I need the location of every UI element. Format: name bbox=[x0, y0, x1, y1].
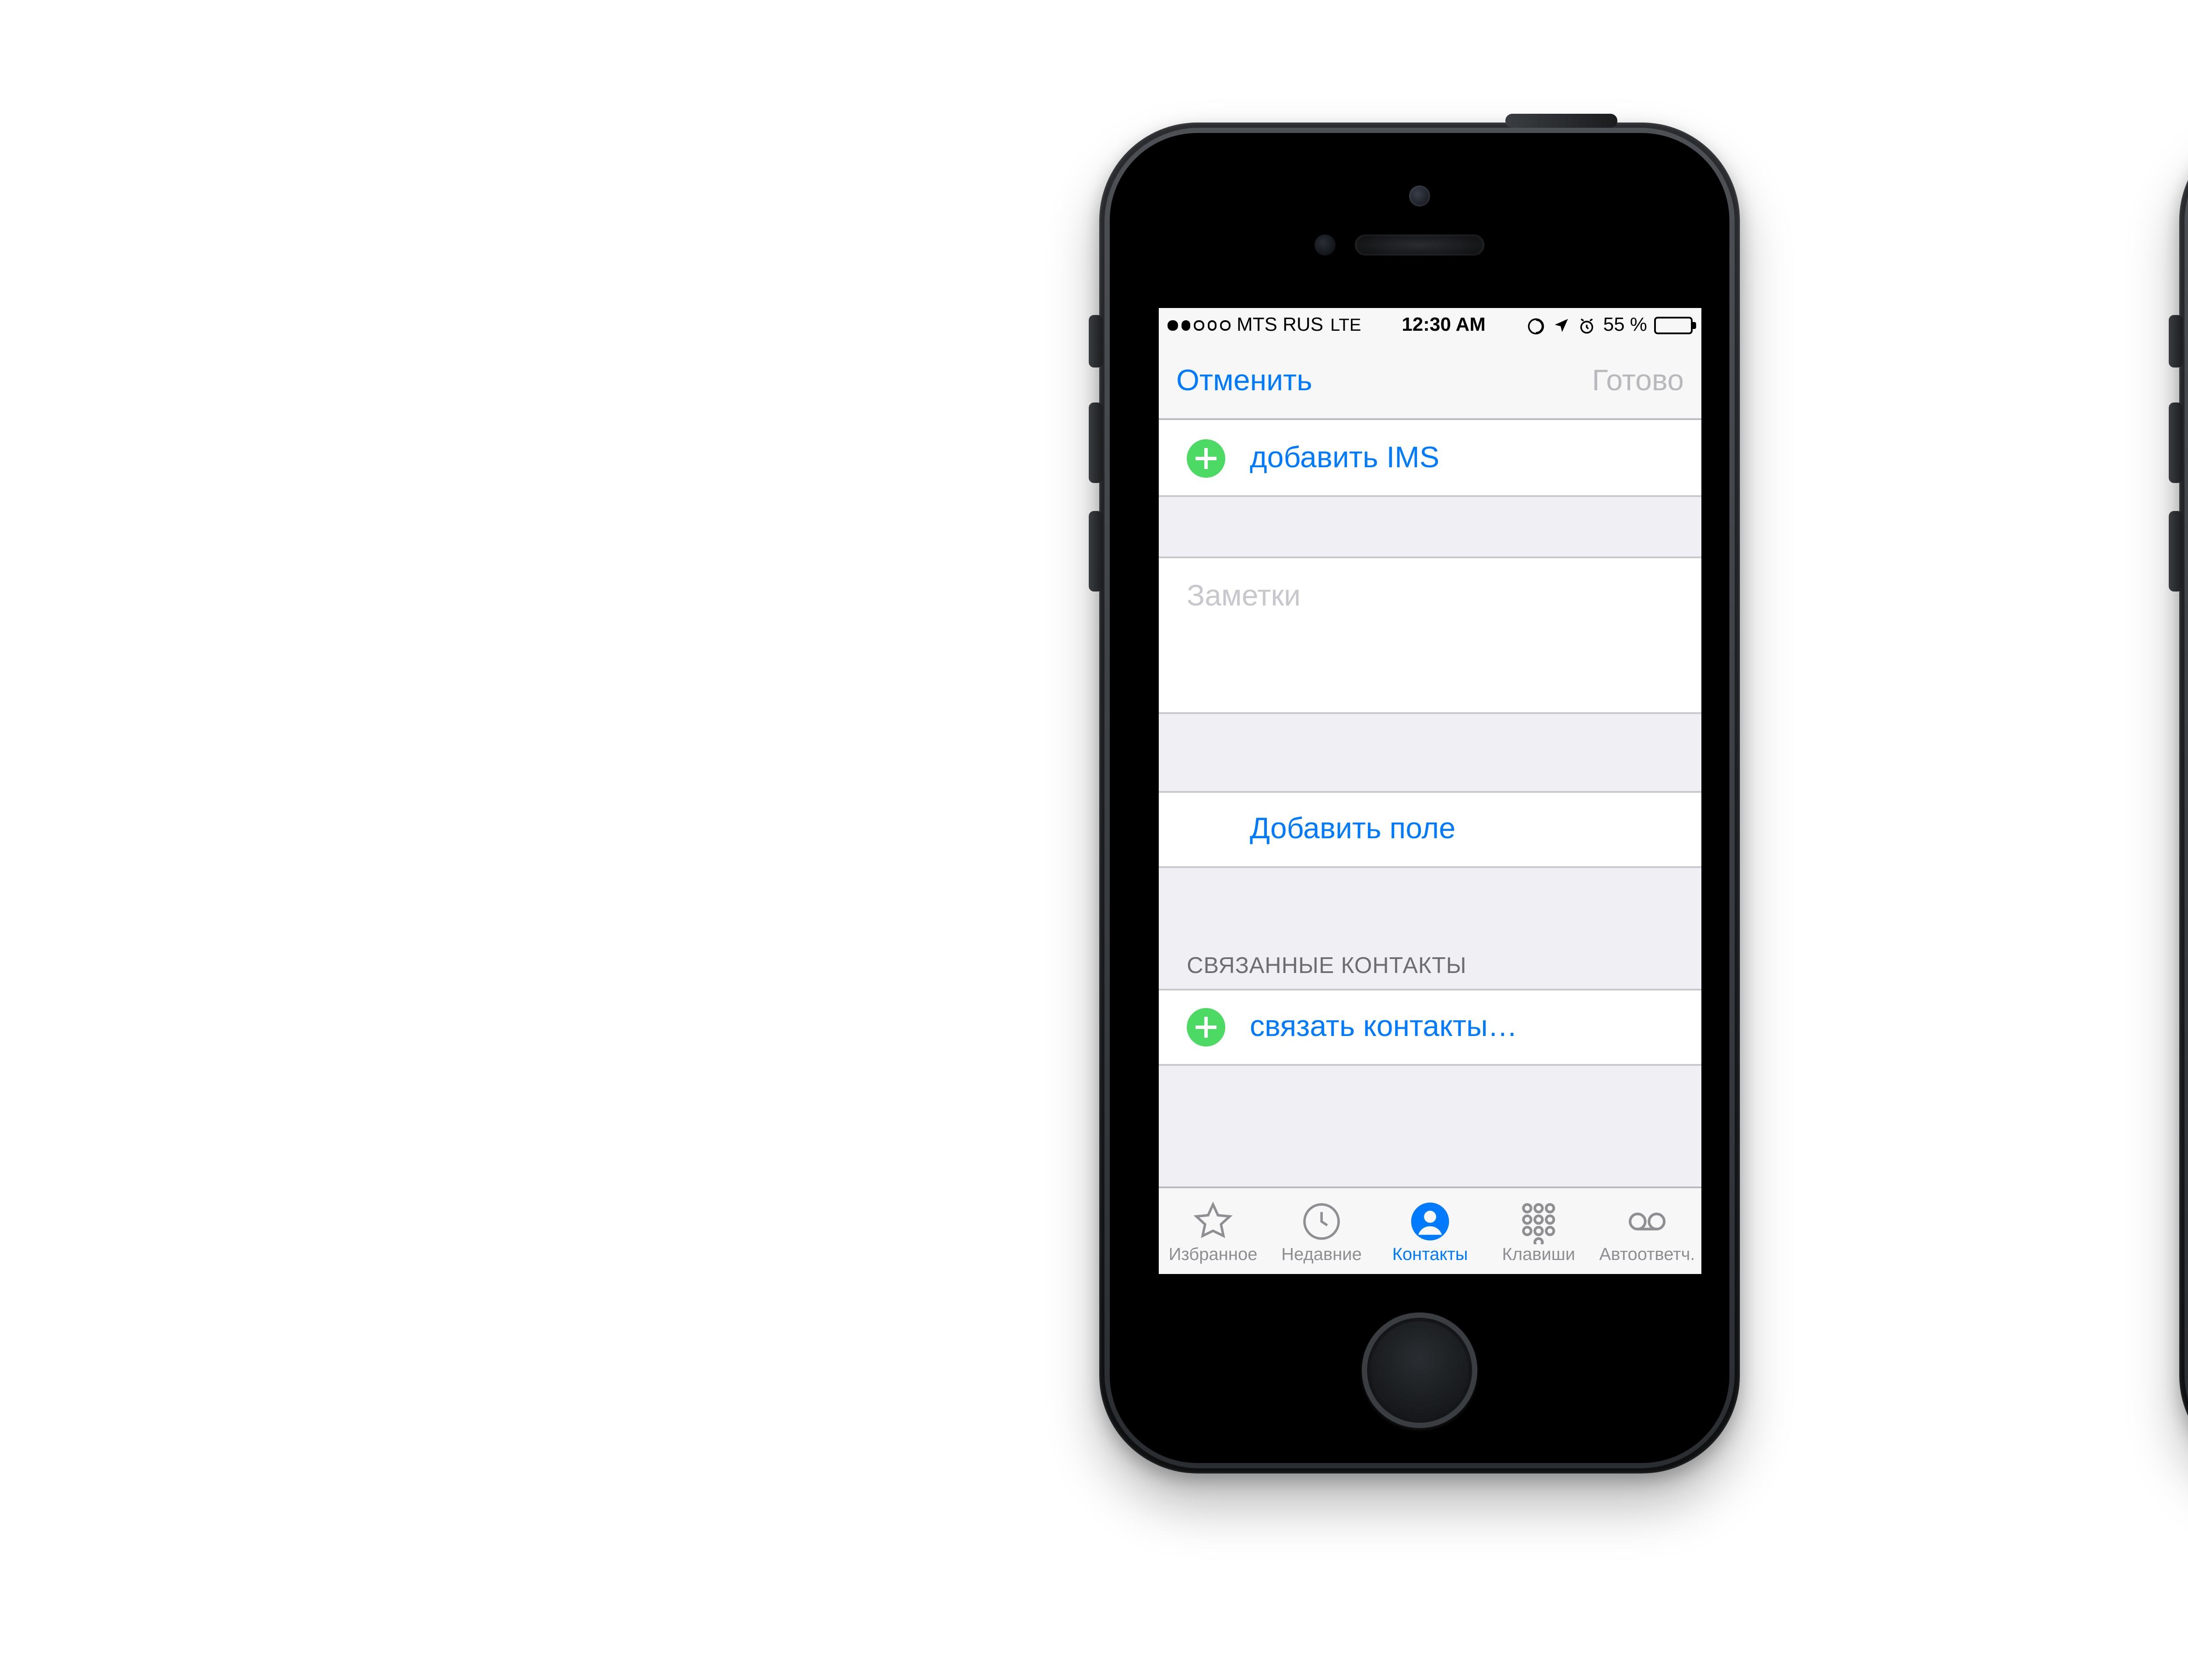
tab-voicemail[interactable]: Автоответч. bbox=[1593, 1188, 1701, 1274]
tab-label: Автоответч. bbox=[1599, 1245, 1695, 1264]
battery-icon bbox=[1654, 317, 1693, 334]
volume-up-button[interactable] bbox=[2169, 402, 2183, 483]
keypad-icon bbox=[1516, 1198, 1561, 1243]
tab-keypad[interactable]: Клавиши bbox=[1484, 1188, 1593, 1274]
location-icon bbox=[1553, 317, 1570, 334]
earpiece-speaker bbox=[1355, 234, 1484, 256]
star-icon bbox=[1190, 1198, 1236, 1243]
edit-contact-content[interactable]: добавить IMS Заметки Добавить поле СВЯЗА… bbox=[1159, 420, 1701, 1186]
add-ims-row[interactable]: добавить IMS bbox=[1159, 420, 1701, 497]
home-button[interactable] bbox=[1362, 1312, 1477, 1428]
linked-contacts-header: СВЯЗАННЫЕ КОНТАКТЫ bbox=[1159, 868, 1701, 989]
tab-label: Недавние bbox=[1281, 1245, 1362, 1264]
tab-label: Контакты bbox=[1392, 1245, 1468, 1264]
phone-right: MTS RUS LTE 12:30 AM bbox=[2179, 122, 2188, 1474]
voicemail-icon bbox=[1624, 1198, 1670, 1243]
tab-recents[interactable]: Недавние bbox=[1267, 1188, 1376, 1274]
power-button[interactable] bbox=[1505, 114, 1617, 128]
battery-pct-label: 55 % bbox=[1603, 315, 1647, 336]
tab-label: Избранное bbox=[1169, 1245, 1258, 1264]
clock-label: 12:30 AM bbox=[1402, 315, 1486, 336]
screen-edit-contact: MTS RUS LTE 12:30 AM bbox=[1159, 308, 1701, 1274]
clock-icon bbox=[1299, 1198, 1344, 1243]
signal-strength-icon bbox=[1168, 321, 1230, 330]
tab-favorites[interactable]: Избранное bbox=[1159, 1188, 1267, 1274]
phone-left: MTS RUS LTE 12:30 AM bbox=[1099, 122, 1740, 1474]
notes-field[interactable]: Заметки bbox=[1159, 556, 1701, 714]
tab-contacts[interactable]: Контакты bbox=[1376, 1188, 1484, 1274]
add-field-row[interactable]: Добавить поле bbox=[1159, 791, 1701, 868]
add-field-label: Добавить поле bbox=[1250, 812, 1455, 847]
do-not-disturb-icon bbox=[1526, 316, 1546, 335]
proximity-sensor bbox=[1315, 234, 1336, 256]
contact-icon bbox=[1407, 1198, 1453, 1243]
tab-bar: Избранное Недавние Контакты bbox=[1159, 1186, 1701, 1274]
front-camera bbox=[1409, 186, 1430, 206]
mute-switch[interactable] bbox=[1089, 315, 1103, 368]
tab-label: Клавиши bbox=[1502, 1245, 1575, 1264]
alarm-icon bbox=[1577, 316, 1596, 335]
network-label: LTE bbox=[1330, 316, 1361, 335]
volume-up-button[interactable] bbox=[1089, 402, 1103, 483]
volume-down-button[interactable] bbox=[1089, 511, 1103, 592]
plus-icon bbox=[1187, 438, 1225, 477]
add-ims-label: добавить IMS bbox=[1250, 440, 1439, 475]
link-contacts-row[interactable]: связать контакты… bbox=[1159, 989, 1701, 1066]
notes-placeholder: Заметки bbox=[1187, 579, 1301, 612]
carrier-label: MTS RUS bbox=[1237, 315, 1323, 336]
cancel-button[interactable]: Отменить bbox=[1176, 363, 1312, 398]
plus-icon bbox=[1187, 1008, 1225, 1046]
done-button[interactable]: Готово bbox=[1592, 363, 1684, 398]
volume-down-button[interactable] bbox=[2169, 511, 2183, 592]
link-contacts-label: связать контакты… bbox=[1250, 1010, 1518, 1045]
status-bar: MTS RUS LTE 12:30 AM bbox=[1159, 308, 1701, 343]
nav-bar: Отменить Готово bbox=[1159, 343, 1701, 420]
mute-switch[interactable] bbox=[2169, 315, 2183, 368]
